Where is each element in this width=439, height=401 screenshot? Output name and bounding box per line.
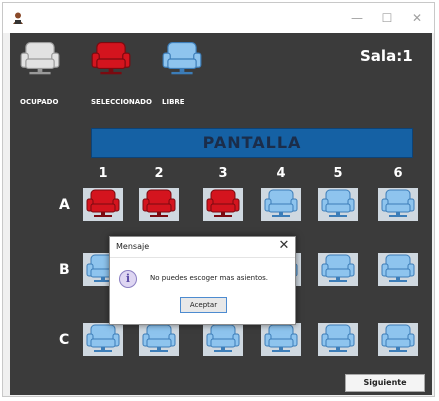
row-label: A [59,197,70,213]
seat-C4[interactable] [261,323,301,356]
seat-C1[interactable] [83,323,123,356]
legend-label: OCUPADO [20,98,59,106]
close-button[interactable]: ✕ [407,9,427,27]
seat-A2[interactable] [139,188,179,221]
next-button[interactable]: Siguiente [345,374,425,392]
seat-A1[interactable] [83,188,123,221]
column-number: 4 [276,166,286,181]
seat-B6[interactable] [378,253,418,286]
info-icon: i [119,270,137,288]
free-seat-icon [162,41,202,81]
seat-A5[interactable] [318,188,358,221]
row-label: B [59,262,70,278]
seat-C2[interactable] [139,323,179,356]
legend-label: SELECCIONADO [91,98,152,106]
column-number: 5 [333,166,343,181]
seat-A3[interactable] [203,188,243,221]
column-number: 6 [393,166,403,181]
column-number: 2 [154,166,164,181]
app-user-icon [13,12,23,24]
message-dialog: Mensaje ✕ i No puedes escoger mas asient… [109,236,296,325]
legend-label: LIBRE [162,98,185,106]
maximize-button[interactable]: ☐ [377,9,397,27]
seat-C6[interactable] [378,323,418,356]
app-window: — ☐ ✕ OCUPADO SELECCIONADO LIBRE Sala:1 PA… [2,2,435,397]
minimize-button[interactable]: — [347,9,367,27]
seat-A6[interactable] [378,188,418,221]
dialog-close-button[interactable]: ✕ [277,239,291,253]
dialog-accept-button[interactable]: Aceptar [180,297,227,313]
column-number: 3 [218,166,228,181]
seat-B5[interactable] [318,253,358,286]
occupied-seat-icon [20,41,60,81]
row-label: C [59,332,70,348]
column-number: 1 [98,166,108,181]
sala-label: Sala:1 [360,47,413,65]
selected-seat-icon [91,41,131,81]
dialog-message: No puedes escoger mas asientos. [150,274,268,282]
seat-A4[interactable] [261,188,301,221]
seat-C3[interactable] [203,323,243,356]
dialog-title: Mensaje [116,242,150,251]
screen-banner: PANTALLA [91,128,413,158]
seat-selection-panel: OCUPADO SELECCIONADO LIBRE Sala:1 PANTALLA… [10,33,432,395]
title-bar: — ☐ ✕ [3,3,434,33]
seat-C5[interactable] [318,323,358,356]
dialog-divider [110,257,295,258]
